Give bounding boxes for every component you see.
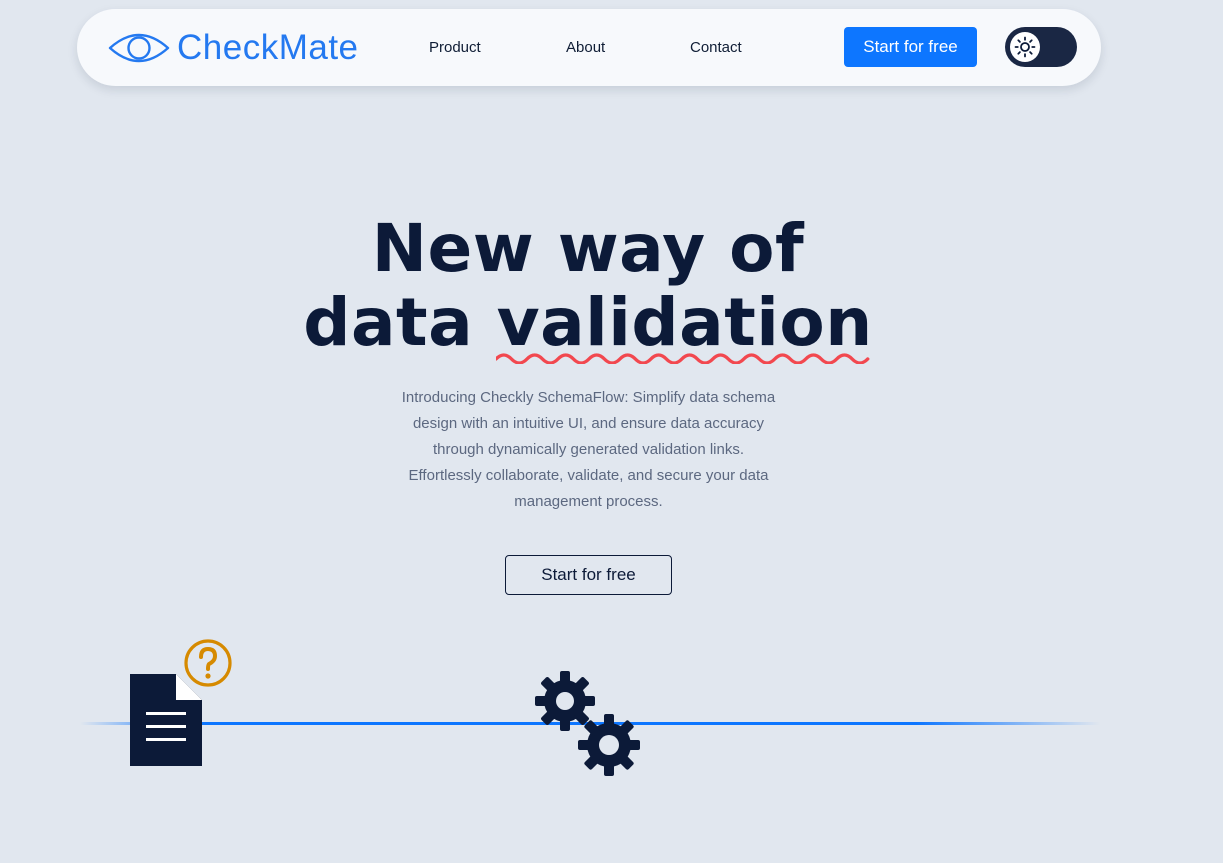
hero-title-underlined-word: validation	[495, 286, 873, 364]
hero-title-word-data: data	[303, 284, 474, 361]
hero-title: New way of data validation	[0, 210, 1176, 364]
toggle-knob	[1010, 32, 1040, 62]
squiggle-underline	[495, 353, 870, 364]
nav-link-product[interactable]: Product	[429, 38, 481, 58]
theme-toggle[interactable]	[1005, 27, 1077, 67]
nav-start-free-button[interactable]: Start for free	[844, 27, 977, 67]
hero-title-line-1: New way of	[371, 210, 805, 287]
hero-description: Introducing Checkly SchemaFlow: Simplify…	[401, 389, 776, 510]
brand-name: CheckMate	[177, 28, 359, 67]
gear-icon	[578, 714, 640, 776]
sun-icon	[1014, 36, 1036, 58]
eye-icon	[108, 33, 170, 63]
brand-logo[interactable]: CheckMate	[108, 26, 359, 70]
hero-title-line-2: data validation	[0, 284, 1176, 364]
question-mark-icon	[184, 639, 232, 687]
nav-link-about[interactable]: About	[566, 38, 605, 58]
hero-start-free-button[interactable]: Start for free	[505, 555, 672, 595]
nav-link-contact[interactable]: Contact	[690, 38, 742, 58]
navbar: CheckMate Product About Contact Start fo…	[77, 9, 1101, 86]
